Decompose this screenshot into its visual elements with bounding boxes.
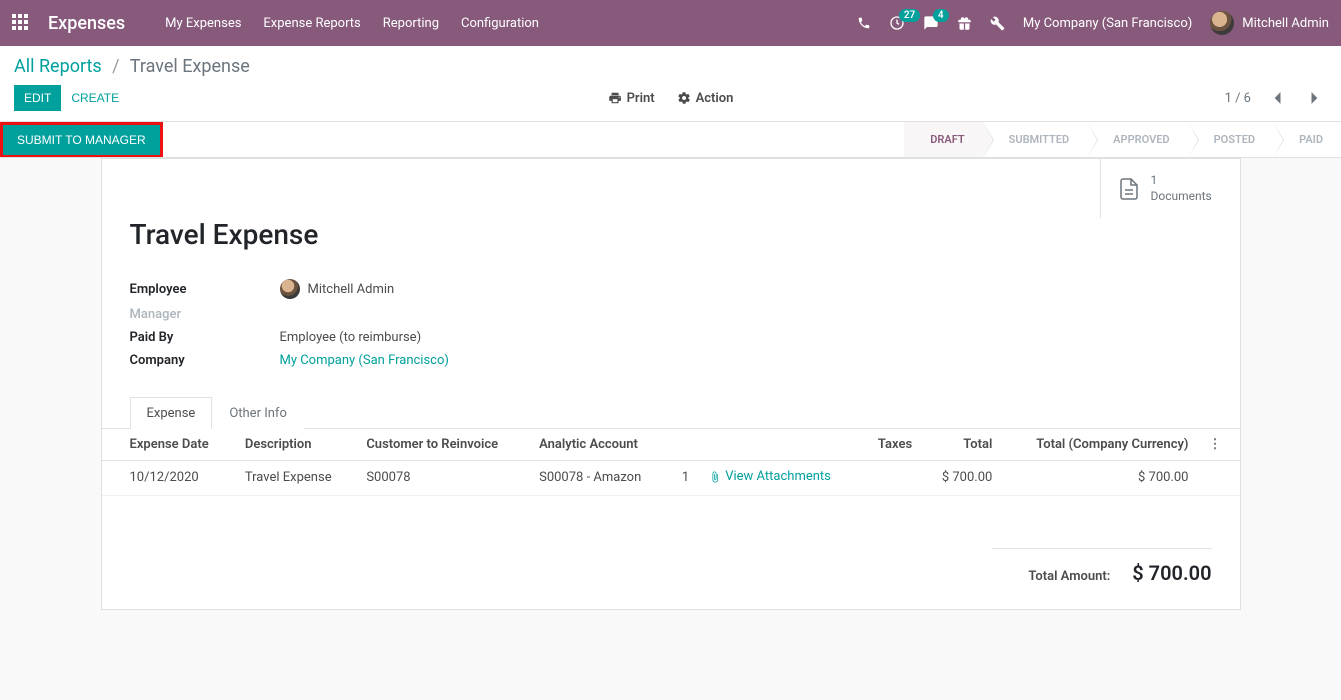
nav-expense-reports[interactable]: Expense Reports bbox=[263, 16, 360, 31]
view-attachments-label: View Attachments bbox=[725, 469, 831, 484]
manager-label: Manager bbox=[130, 307, 280, 322]
navbar: Expenses My Expenses Expense Reports Rep… bbox=[0, 0, 1341, 46]
cell-total-cc: $ 700.00 bbox=[1002, 461, 1198, 496]
apps-icon[interactable] bbox=[12, 14, 30, 32]
tabs: Expense Other Info bbox=[102, 396, 1240, 429]
pager: 1 / 6 bbox=[1225, 86, 1327, 110]
breadcrumb: All Reports / Travel Expense bbox=[0, 46, 1341, 81]
tools-icon[interactable] bbox=[990, 16, 1005, 31]
user-menu[interactable]: Mitchell Admin bbox=[1210, 11, 1329, 35]
company-name: My Company (San Francisco) bbox=[1023, 16, 1192, 31]
cell-cust: S00078 bbox=[356, 461, 529, 496]
nav-configuration[interactable]: Configuration bbox=[461, 16, 539, 31]
total-value: $ 700.00 bbox=[1132, 561, 1211, 585]
status-approved[interactable]: APPROVED bbox=[1087, 122, 1187, 157]
th-taxes: Taxes bbox=[860, 429, 922, 461]
tab-expense[interactable]: Expense bbox=[130, 397, 213, 429]
total-label: Total Amount: bbox=[1028, 569, 1110, 584]
paidby-label: Paid By bbox=[130, 330, 280, 345]
user-name: Mitchell Admin bbox=[1242, 16, 1329, 31]
breadcrumb-sep: / bbox=[112, 56, 119, 77]
company-label: Company bbox=[130, 353, 280, 368]
action-label: Action bbox=[696, 91, 734, 106]
chevron-right-icon bbox=[1310, 91, 1320, 105]
company-link[interactable]: My Company (San Francisco) bbox=[280, 353, 449, 368]
th-total-cc: Total (Company Currency) bbox=[1002, 429, 1198, 461]
th-analytic: Analytic Account bbox=[529, 429, 668, 461]
breadcrumb-current: Travel Expense bbox=[130, 56, 250, 77]
status-posted[interactable]: POSTED bbox=[1188, 122, 1274, 157]
chevron-left-icon bbox=[1272, 91, 1282, 105]
th-attach-link bbox=[699, 429, 860, 461]
app-brand[interactable]: Expenses bbox=[48, 13, 125, 34]
status-bar: SUBMIT TO MANAGER DRAFT SUBMITTED APPROV… bbox=[0, 122, 1341, 158]
print-icon bbox=[608, 91, 622, 105]
th-cust: Customer to Reinvoice bbox=[356, 429, 529, 461]
create-button[interactable]: CREATE bbox=[61, 85, 129, 111]
status-steps: DRAFT SUBMITTED APPROVED POSTED PAID bbox=[904, 122, 1341, 157]
discuss-icon[interactable]: 4 bbox=[923, 15, 939, 31]
pager-next[interactable] bbox=[1303, 86, 1327, 110]
nav-reporting[interactable]: Reporting bbox=[383, 16, 439, 31]
form-sheet: 1 Documents Travel Expense Employee Mitc… bbox=[101, 158, 1241, 610]
page-title: Travel Expense bbox=[130, 218, 1212, 251]
cell-total: $ 700.00 bbox=[922, 461, 1002, 496]
th-attach bbox=[668, 429, 699, 461]
phone-icon[interactable] bbox=[857, 16, 871, 30]
breadcrumb-root[interactable]: All Reports bbox=[14, 56, 102, 77]
cell-date: 10/12/2020 bbox=[102, 461, 235, 496]
status-submitted[interactable]: SUBMITTED bbox=[983, 122, 1088, 157]
total-amount: Total Amount: $ 700.00 bbox=[992, 548, 1212, 585]
activity-icon[interactable]: 27 bbox=[889, 15, 905, 31]
view-attachments-link[interactable]: View Attachments bbox=[709, 469, 831, 484]
paidby-value: Employee (to reimburse) bbox=[280, 330, 422, 345]
submit-highlight-box: SUBMIT TO MANAGER bbox=[0, 122, 163, 157]
nav-menu: My Expenses Expense Reports Reporting Co… bbox=[165, 16, 539, 31]
avatar-icon bbox=[1210, 11, 1234, 35]
th-date: Expense Date bbox=[102, 429, 235, 461]
cell-att-count: 1 bbox=[668, 461, 699, 496]
gear-icon bbox=[677, 91, 691, 105]
control-panel: All Reports / Travel Expense EDIT CREATE… bbox=[0, 46, 1341, 122]
th-total: Total bbox=[922, 429, 1002, 461]
expense-table: Expense Date Description Customer to Rei… bbox=[102, 429, 1240, 496]
discuss-badge: 4 bbox=[933, 9, 949, 22]
pager-prev[interactable] bbox=[1265, 86, 1289, 110]
activity-badge: 27 bbox=[899, 9, 920, 22]
print-label: Print bbox=[627, 91, 655, 106]
pager-text: 1 / 6 bbox=[1225, 91, 1251, 106]
print-button[interactable]: Print bbox=[608, 91, 655, 106]
submit-to-manager-button[interactable]: SUBMIT TO MANAGER bbox=[3, 125, 160, 155]
documents-label: Documents bbox=[1151, 189, 1212, 205]
cell-analytic: S00078 - Amazon bbox=[529, 461, 668, 496]
status-draft[interactable]: DRAFT bbox=[904, 122, 982, 157]
employee-avatar-icon bbox=[280, 279, 300, 299]
action-button[interactable]: Action bbox=[677, 91, 734, 106]
tab-other-info[interactable]: Other Info bbox=[212, 397, 304, 429]
company-switcher[interactable]: My Company (San Francisco) bbox=[1023, 16, 1192, 31]
table-options-icon[interactable]: ⋮ bbox=[1209, 437, 1222, 452]
documents-count: 1 bbox=[1151, 173, 1212, 189]
nav-my-expenses[interactable]: My Expenses bbox=[165, 16, 241, 31]
cell-taxes bbox=[860, 461, 922, 496]
gift-icon[interactable] bbox=[957, 16, 972, 31]
th-desc: Description bbox=[235, 429, 356, 461]
cell-desc: Travel Expense bbox=[235, 461, 356, 496]
table-row[interactable]: 10/12/2020 Travel Expense S00078 S00078 … bbox=[102, 461, 1240, 496]
document-icon bbox=[1117, 175, 1141, 203]
documents-button[interactable]: 1 Documents bbox=[1100, 159, 1240, 218]
edit-button[interactable]: EDIT bbox=[14, 85, 61, 111]
employee-label: Employee bbox=[130, 282, 280, 297]
paperclip-icon bbox=[709, 471, 721, 483]
employee-value: Mitchell Admin bbox=[308, 282, 395, 297]
